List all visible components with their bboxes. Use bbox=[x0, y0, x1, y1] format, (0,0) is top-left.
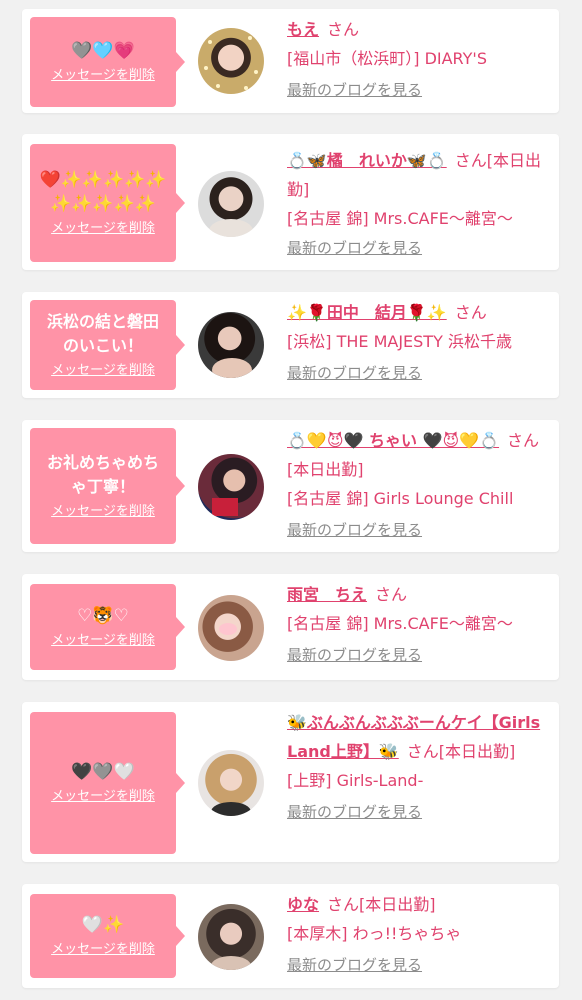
shop-name: [本厚木] わっ!!ちゃちゃ bbox=[287, 924, 462, 943]
avatar[interactable] bbox=[198, 904, 264, 970]
message-bubble: 🤍✨ メッセージを削除 bbox=[30, 894, 185, 978]
entry-info: 雨宮 ちえ さん [名古屋 錦] Mrs.CAFE〜離宮〜 最新のブログを見る bbox=[287, 580, 549, 666]
girl-name-link[interactable]: 💍🦋橘 れいか🦋💍 bbox=[287, 151, 447, 170]
latest-blog-link[interactable]: 最新のブログを見る bbox=[287, 519, 422, 541]
girl-name-link[interactable]: ✨🌹田中 結月🌹✨ bbox=[287, 303, 447, 322]
message-text: お礼めちゃめちゃ丁寧！ bbox=[46, 453, 159, 496]
message-bubble: 🩶🩵💗 メッセージを削除 bbox=[30, 17, 185, 107]
avatar-image bbox=[212, 498, 238, 516]
latest-blog-link[interactable]: 最新のブログを見る bbox=[287, 362, 422, 384]
message-text: 🤍✨ bbox=[81, 915, 125, 935]
entry-info: 🐝ぶんぶんぶぶぶーんケイ【Girls Land上野】🐝 さん[本日出勤] [上野]… bbox=[287, 708, 549, 823]
avatar[interactable] bbox=[198, 454, 264, 520]
message-text: 浜松の結と磐田のいこい！ bbox=[46, 312, 159, 355]
avatar-image bbox=[204, 36, 258, 90]
name-line: 💍🦋橘 れいか🦋💍 さん[本日出勤] bbox=[287, 146, 549, 204]
girl-name-link[interactable]: 雨宮 ちえ bbox=[287, 585, 367, 604]
girl-name-link[interactable]: ゆな bbox=[287, 895, 319, 914]
name-suffix: さん bbox=[375, 585, 408, 604]
latest-blog-link[interactable]: 最新のブログを見る bbox=[287, 237, 422, 259]
name-line: ✨🌹田中 結月🌹✨ さん bbox=[287, 298, 549, 327]
delete-message-link[interactable]: メッセージを削除 bbox=[51, 788, 155, 806]
message-text: 🖤🩶🤍 bbox=[71, 762, 135, 782]
message-text: 🩶🩵💗 bbox=[71, 41, 135, 61]
delete-message-link[interactable]: メッセージを削除 bbox=[51, 503, 155, 521]
message-bubble: ♡🐯♡ メッセージを削除 bbox=[30, 584, 185, 670]
name-suffix: さん[本日出勤] bbox=[327, 895, 436, 914]
delete-message-link[interactable]: メッセージを削除 bbox=[51, 632, 155, 650]
avatar[interactable] bbox=[198, 28, 264, 94]
avatar[interactable] bbox=[198, 312, 264, 378]
message-bubble: ❤️✨✨✨✨✨✨✨✨✨✨ メッセージを削除 bbox=[30, 144, 185, 262]
message-bubble: お礼めちゃめちゃ丁寧！ メッセージを削除 bbox=[30, 428, 185, 544]
delete-message-link[interactable]: メッセージを削除 bbox=[51, 67, 155, 85]
name-line: 💍💛😈🖤 ちゃい 🖤😈💛💍 さん[本日出勤] bbox=[287, 426, 549, 484]
avatar-image bbox=[212, 358, 252, 378]
latest-blog-link[interactable]: 最新のブログを見る bbox=[287, 79, 422, 101]
shop-name: [名古屋 錦] Mrs.CAFE〜離宮〜 bbox=[287, 209, 513, 228]
message-bubble: 🖤🩶🤍 メッセージを削除 bbox=[30, 712, 185, 854]
name-line: 🐝ぶんぶんぶぶぶーんケイ【Girls Land上野】🐝 さん[本日出勤] bbox=[287, 708, 549, 766]
latest-blog-link[interactable]: 最新のブログを見る bbox=[287, 954, 422, 976]
message-text: ♡🐯♡ bbox=[77, 606, 129, 626]
avatar-image bbox=[209, 219, 253, 237]
avatar[interactable] bbox=[198, 171, 264, 237]
avatar[interactable] bbox=[198, 750, 264, 816]
message-card: お礼めちゃめちゃ丁寧！ メッセージを削除 💍💛😈🖤 ちゃい 🖤😈💛💍 さん[本日出… bbox=[22, 420, 559, 552]
name-suffix: さん[本日出勤] bbox=[406, 742, 516, 761]
name-suffix: さん bbox=[454, 303, 487, 322]
entry-info: ゆな さん[本日出勤] [本厚木] わっ!!ちゃちゃ 最新のブログを見る bbox=[287, 890, 549, 976]
latest-blog-link[interactable]: 最新のブログを見る bbox=[287, 644, 422, 666]
avatar-image bbox=[211, 956, 251, 970]
avatar-image bbox=[219, 623, 237, 635]
delete-message-link[interactable]: メッセージを削除 bbox=[51, 220, 155, 238]
name-line: もえ さん bbox=[287, 15, 549, 44]
shop-name: [名古屋 錦] Girls Lounge Chill bbox=[287, 489, 514, 508]
message-card: ❤️✨✨✨✨✨✨✨✨✨✨ メッセージを削除 💍🦋橘 れいか🦋💍 さん[本日出勤] … bbox=[22, 134, 559, 270]
message-card: 浜松の結と磐田のいこい！ メッセージを削除 ✨🌹田中 結月🌹✨ さん [浜松] T… bbox=[22, 292, 559, 398]
delete-message-link[interactable]: メッセージを削除 bbox=[51, 362, 155, 380]
shop-name: [上野] Girls-Land- bbox=[287, 771, 424, 790]
girl-name-link[interactable]: もえ bbox=[287, 20, 319, 39]
shop-name: [福山市（松浜町）] DIARY'S bbox=[287, 49, 487, 68]
avatar-image bbox=[211, 802, 251, 816]
message-card: 🖤🩶🤍 メッセージを削除 🐝ぶんぶんぶぶぶーんケイ【Girls Land上野】🐝… bbox=[22, 702, 559, 862]
avatar[interactable] bbox=[198, 595, 264, 661]
shop-name: [浜松] THE MAJESTY 浜松千歳 bbox=[287, 332, 512, 351]
delete-message-link[interactable]: メッセージを削除 bbox=[51, 941, 155, 959]
name-line: ゆな さん[本日出勤] bbox=[287, 890, 549, 919]
message-card: 🩶🩵💗 メッセージを削除 もえ さん [福山市（松浜町）] DIARY'S 最新の… bbox=[22, 9, 559, 113]
message-card: 🤍✨ メッセージを削除 ゆな さん[本日出勤] [本厚木] わっ!!ちゃちゃ 最新… bbox=[22, 884, 559, 988]
shop-name: [名古屋 錦] Mrs.CAFE〜離宮〜 bbox=[287, 614, 513, 633]
entry-info: ✨🌹田中 結月🌹✨ さん [浜松] THE MAJESTY 浜松千歳 最新のブログ… bbox=[287, 298, 549, 384]
entry-info: もえ さん [福山市（松浜町）] DIARY'S 最新のブログを見る bbox=[287, 15, 549, 101]
name-line: 雨宮 ちえ さん bbox=[287, 580, 549, 609]
message-bubble: 浜松の結と磐田のいこい！ メッセージを削除 bbox=[30, 300, 185, 390]
latest-blog-link[interactable]: 最新のブログを見る bbox=[287, 801, 422, 823]
girl-name-link[interactable]: 💍💛😈🖤 ちゃい 🖤😈💛💍 bbox=[287, 431, 499, 450]
name-suffix: さん bbox=[327, 20, 360, 39]
message-card: ♡🐯♡ メッセージを削除 雨宮 ちえ さん [名古屋 錦] Mrs.CAFE〜離宮… bbox=[22, 574, 559, 680]
entry-info: 💍💛😈🖤 ちゃい 🖤😈💛💍 さん[本日出勤] [名古屋 錦] Girls Loun… bbox=[287, 426, 549, 541]
message-text: ❤️✨✨✨✨✨✨✨✨✨✨ bbox=[39, 170, 167, 214]
entry-info: 💍🦋橘 れいか🦋💍 さん[本日出勤] [名古屋 錦] Mrs.CAFE〜離宮〜 最… bbox=[287, 146, 549, 259]
